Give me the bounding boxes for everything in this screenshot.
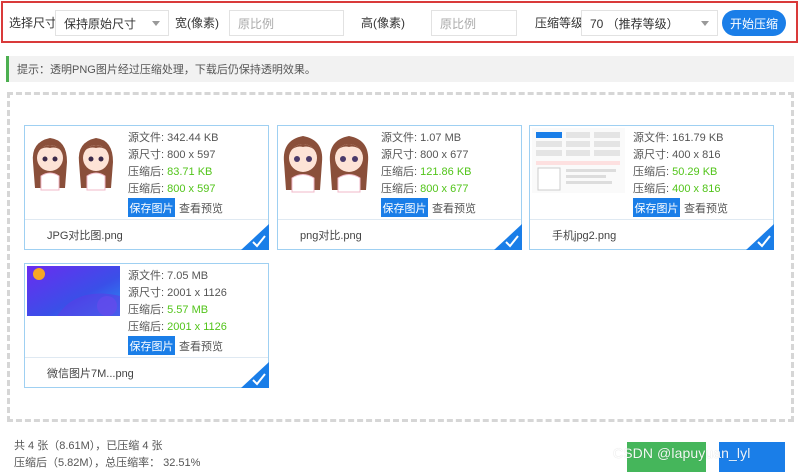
compressed-dimensions: 800 x 677 — [420, 183, 469, 195]
check-icon — [241, 224, 269, 250]
src-size-label: 源尺寸: — [128, 287, 165, 299]
size-select[interactable]: 保持原始尺寸 — [55, 10, 169, 36]
save-image-button[interactable]: 保存图片 — [381, 198, 428, 217]
summary-stats: 共 4 张（8.61M），已压缩 4 张 压缩后（5.82M），总压缩率： 32… — [14, 438, 200, 472]
image-card: 源文件: 161.79 KB 源尺寸: 400 x 816 压缩后: 50.29… — [529, 125, 774, 250]
src-dimensions: 800 x 677 — [420, 149, 469, 161]
file-name: 微信图片7M...png — [25, 357, 268, 387]
src-size-label: 源尺寸: — [633, 149, 670, 161]
src-file-size: 342.44 KB — [167, 132, 219, 144]
compressed-file-size: 83.71 KB — [167, 166, 213, 178]
file-name: png对比.png — [278, 219, 521, 249]
compressed-label: 压缩后: — [128, 321, 165, 333]
file-name: JPG对比图.png — [25, 219, 268, 249]
src-file-size: 161.79 KB — [672, 132, 724, 144]
save-image-button[interactable]: 保存图片 — [633, 198, 680, 217]
thumbnail-jpg-comparison[interactable] — [27, 128, 120, 193]
height-input[interactable]: 原比例 — [431, 10, 517, 36]
compressed-file-size: 5.57 MB — [167, 304, 209, 316]
save-image-button[interactable]: 保存图片 — [128, 198, 175, 217]
level-select-value: 70 （推荐等级） — [590, 16, 679, 31]
src-dimensions: 2001 x 1126 — [167, 287, 227, 299]
compressed-dimensions: 400 x 816 — [672, 183, 721, 195]
compressed-label: 压缩后: — [128, 166, 165, 178]
summary-count: 共 4 张（8.61M），已压缩 4 张 — [14, 440, 163, 452]
summary-ratio: 压缩后（5.82M），总压缩率： 32.51% — [14, 457, 201, 469]
compressed-label: 压缩后: — [381, 183, 418, 195]
settings-toolbar: 选择尺寸 保持原始尺寸 宽(像素) 原比例 高(像素) 原比例 压缩等级 70 … — [1, 1, 798, 43]
width-label: 宽(像素) — [175, 15, 219, 30]
src-file-label: 源文件: — [128, 132, 165, 144]
compressed-file-size: 50.29 KB — [672, 166, 718, 178]
check-icon — [241, 362, 269, 388]
check-icon — [494, 224, 522, 250]
src-file-label: 源文件: — [633, 132, 670, 144]
height-placeholder: 原比例 — [440, 16, 477, 31]
compressed-dimensions: 800 x 597 — [167, 183, 216, 195]
start-compress-button[interactable]: 开始压缩 — [722, 10, 786, 36]
src-dimensions: 400 x 816 — [672, 149, 721, 161]
compressed-label: 压缩后: — [633, 183, 670, 195]
level-select[interactable]: 70 （推荐等级） — [581, 10, 718, 36]
image-dropzone[interactable]: 源文件: 342.44 KB 源尺寸: 800 x 597 压缩后: 83.71… — [7, 92, 794, 422]
file-name: 手机jpg2.png — [530, 219, 773, 249]
check-icon — [746, 224, 774, 250]
level-label: 压缩等级 — [535, 15, 584, 30]
src-file-size: 7.05 MB — [167, 270, 209, 282]
image-card: 源文件: 1.07 MB 源尺寸: 800 x 677 压缩后: 121.86 … — [277, 125, 522, 250]
preview-link[interactable]: 查看预览 — [684, 200, 728, 216]
src-file-label: 源文件: — [381, 132, 418, 144]
height-label: 高(像素) — [361, 15, 405, 30]
compressed-label: 压缩后: — [128, 304, 165, 316]
src-file-label: 源文件: — [128, 270, 165, 282]
tip-banner: 提示：透明PNG图片经过压缩处理，下载后仍保持透明效果。 — [6, 56, 794, 82]
size-select-value: 保持原始尺寸 — [64, 16, 137, 31]
thumbnail-png-comparison[interactable] — [280, 128, 373, 193]
preview-link[interactable]: 查看预览 — [179, 200, 223, 216]
src-dimensions: 800 x 597 — [167, 149, 216, 161]
width-input[interactable]: 原比例 — [229, 10, 344, 36]
src-size-label: 源尺寸: — [128, 149, 165, 161]
size-label: 选择尺寸 — [9, 15, 58, 30]
compressed-label: 压缩后: — [128, 183, 165, 195]
image-card: 源文件: 7.05 MB 源尺寸: 2001 x 1126 压缩后: 5.57 … — [24, 263, 269, 388]
csdn-watermark: CSDN @lapuyuan_lyl — [613, 445, 751, 461]
compressed-label: 压缩后: — [633, 166, 670, 178]
preview-link[interactable]: 查看预览 — [432, 200, 476, 216]
chevron-down-icon — [701, 21, 709, 26]
compressed-label: 压缩后: — [381, 166, 418, 178]
preview-link[interactable]: 查看预览 — [179, 338, 223, 354]
image-card: 源文件: 342.44 KB 源尺寸: 800 x 597 压缩后: 83.71… — [24, 125, 269, 250]
compressed-dimensions: 2001 x 1126 — [167, 321, 227, 333]
thumbnail-wechat-image[interactable] — [27, 266, 120, 331]
chevron-down-icon — [152, 21, 160, 26]
src-size-label: 源尺寸: — [381, 149, 418, 161]
compressed-file-size: 121.86 KB — [420, 166, 472, 178]
save-image-button[interactable]: 保存图片 — [128, 336, 175, 355]
width-placeholder: 原比例 — [238, 16, 275, 31]
src-file-size: 1.07 MB — [420, 132, 462, 144]
thumbnail-phone-screenshot[interactable] — [532, 128, 625, 193]
